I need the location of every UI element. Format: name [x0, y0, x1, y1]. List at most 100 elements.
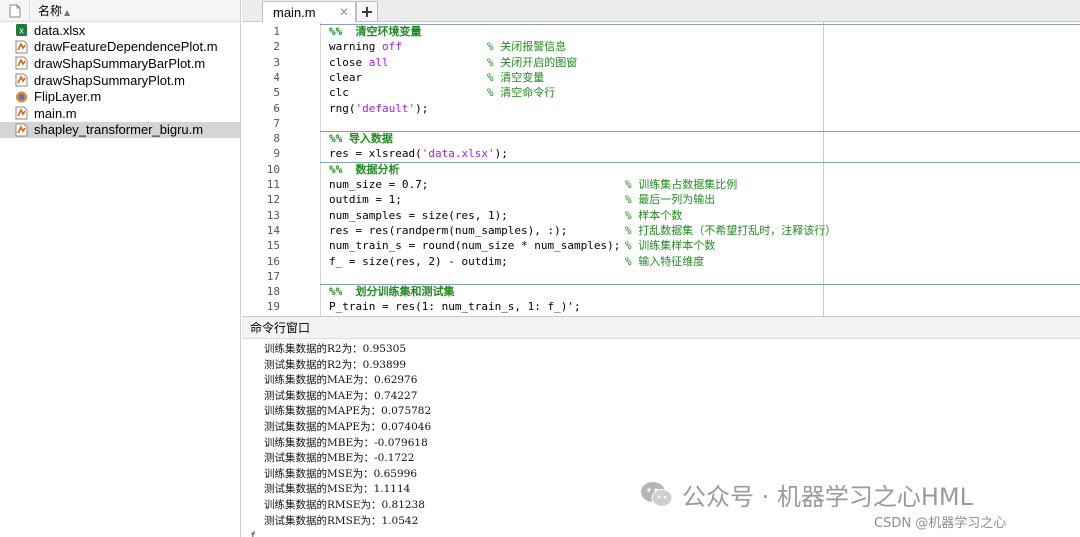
file-item[interactable]: drawShapSummaryBarPlot.m [0, 55, 240, 72]
file-item[interactable]: drawFeatureDependencePlot.m [0, 39, 240, 56]
m-file-icon [14, 73, 28, 87]
output-line: 测试集数据的RMSE为：1.0542 [264, 514, 419, 527]
code-line: 17 [242, 269, 1080, 284]
code-text: clear [329, 70, 362, 85]
code-text: f_ = size(res, 2) - outdim; [329, 254, 508, 269]
code-text: P_train = res(1: num_train_s, 1: f_)'; [329, 299, 581, 314]
class-file-icon [14, 90, 28, 104]
output-line: 测试集数据的MAPE为：0.074046 [264, 420, 432, 433]
code-comment: % 关闭开启的图窗 [487, 55, 578, 69]
code-text: %% 导入数据 [329, 131, 393, 146]
code-line: 3 close all % 关闭开启的图窗 [242, 55, 1080, 70]
section-title: %% 导入数据 [329, 132, 393, 146]
file-name: drawShapSummaryBarPlot.m [34, 55, 206, 71]
code-token: f_ = size(res, 2) - outdim; [329, 254, 508, 268]
watermark-subtext: CSDN @机器学习之心 [874, 516, 1007, 531]
code-editor[interactable]: 1 %% 清空环境变量 2 warning off % 关闭报警信息 3 close all… [242, 22, 1080, 316]
file-item[interactable]: FlipLayer.m [0, 88, 240, 105]
file-item[interactable]: shapley_transformer_bigru.m [0, 121, 240, 139]
section-title: %% 划分训练集和测试集 [329, 285, 455, 299]
code-text: res = xlsread('data.xlsx'); [329, 146, 508, 161]
output-line: 测试集数据的MSE为：1.1114 [264, 483, 411, 496]
output-line: 训练集数据的MBE为：-0.079618 [264, 436, 428, 449]
line-number: 8 [273, 132, 280, 146]
line-number: 15 [266, 239, 280, 253]
current-folder-panel: 名称 ▲ x data.xlsx drawFeatureDependencePlot.… [0, 0, 241, 537]
code-line: 1 %% 清空环境变量 [242, 24, 1080, 39]
line-number: 7 [273, 116, 280, 130]
code-line: 4 clear % 清空变量 [242, 70, 1080, 85]
cell-divider [320, 24, 1080, 25]
output-line: 测试集数据的MBE为：-0.1722 [264, 452, 415, 465]
code-string: all [368, 55, 389, 69]
line-number: 10 [266, 162, 280, 176]
code-comment: % 清空命令行 [487, 86, 556, 100]
file-item[interactable]: main.m [0, 105, 240, 122]
line-number: 5 [273, 86, 280, 100]
command-window-title: 命令行窗口 [242, 317, 1080, 339]
line-number: 2 [273, 40, 280, 54]
code-token: clc [329, 86, 349, 100]
code-token: close [329, 55, 369, 69]
code-comment: % 清空变量 [487, 70, 545, 84]
editor-panel: main.m ✕ + 1 %% 清空环境变量 2 warning off % 关闭报警信… [242, 0, 1080, 316]
code-line: 7 [242, 116, 1080, 131]
code-token: warning [329, 40, 382, 54]
code-text: close all [329, 55, 389, 70]
section-title: %% 数据分析 [329, 162, 400, 176]
line-number: 9 [273, 147, 280, 161]
code-token: res = xlsread( [329, 147, 422, 161]
line-number: 17 [266, 269, 280, 283]
code-line: 6 rng('default'); [242, 101, 1080, 116]
code-line: 9 res = xlsread('data.xlsx'); [242, 146, 1080, 161]
cell-divider [320, 131, 1080, 133]
command-prompt[interactable]: f [250, 531, 256, 537]
output-line: 测试集数据的R2为：0.93899 [264, 358, 407, 371]
file-type-column-icon[interactable] [0, 0, 30, 22]
line-number: 14 [266, 223, 280, 237]
code-text: rng('default'); [329, 101, 428, 116]
code-token: clear [329, 70, 363, 84]
code-text: %% 划分训练集和测试集 [329, 284, 455, 299]
name-column-header[interactable]: 名称 ▲ [30, 2, 70, 19]
output-line: 训练集数据的MSE为：0.65996 [264, 467, 418, 480]
output-line: 训练集数据的R2为：0.95305 [264, 343, 407, 355]
file-item[interactable]: drawShapSummaryPlot.m [0, 72, 240, 89]
sort-ascending-icon: ▲ [64, 8, 71, 17]
code-line: 13 num_samples = size(res, 1); % 样本个数 [242, 208, 1080, 223]
code-line: 14 res = res(randperm(num_samples), :); % … [242, 223, 1080, 238]
line-number: 4 [273, 70, 280, 84]
new-tab-button[interactable]: + [356, 1, 378, 22]
file-name: drawFeatureDependencePlot.m [34, 39, 218, 55]
tab-main-m[interactable]: main.m ✕ [262, 1, 356, 22]
m-file-icon [14, 56, 28, 70]
name-column-label: 名称 [38, 4, 63, 18]
code-string: 'default' [355, 101, 416, 115]
line-number: 16 [266, 254, 280, 268]
file-item[interactable]: x data.xlsx [0, 22, 240, 39]
code-token: num_samples = size(res, 1); [329, 208, 508, 222]
file-name: main.m [34, 105, 77, 121]
editor-tab-bar: main.m ✕ + [242, 0, 1080, 22]
m-file-icon [14, 40, 28, 54]
code-string: off [381, 40, 402, 54]
tab-label: main.m [273, 4, 316, 20]
line-number: 11 [266, 178, 280, 191]
code-line: 19 P_train = res(1: num_train_s, 1: f_)'; [242, 299, 1080, 314]
command-output: 训练集数据的R2为：0.95305 测试集数据的R2为：0.93899 训练集数据的… [264, 342, 431, 529]
code-comment: % 样本个数 [625, 208, 683, 222]
plus-icon: + [360, 2, 374, 21]
code-token: outdim = 1; [329, 193, 402, 207]
code-line: 11 num_size = 0.7; % 训练集占数据集比例 [242, 177, 1080, 192]
close-icon[interactable]: ✕ [339, 5, 349, 19]
file-list: x data.xlsx drawFeatureDependencePlot.m dra… [0, 22, 240, 139]
line-number: 13 [266, 208, 280, 222]
svg-text:x: x [19, 26, 24, 36]
file-name: FlipLayer.m [34, 89, 102, 105]
code-text: num_train_s = round(num_size * num_sampl… [329, 238, 620, 253]
watermark: 公众号 · 机器学习之心HML [640, 477, 973, 512]
file-name: shapley_transformer_bigru.m [34, 122, 204, 138]
code-comment: % 训练集样本个数 [625, 239, 716, 253]
code-token: P_train = res(1: num_train_s, 1: f_)'; [329, 300, 581, 314]
code-text: res = res(randperm(num_samples), :); [329, 223, 567, 238]
